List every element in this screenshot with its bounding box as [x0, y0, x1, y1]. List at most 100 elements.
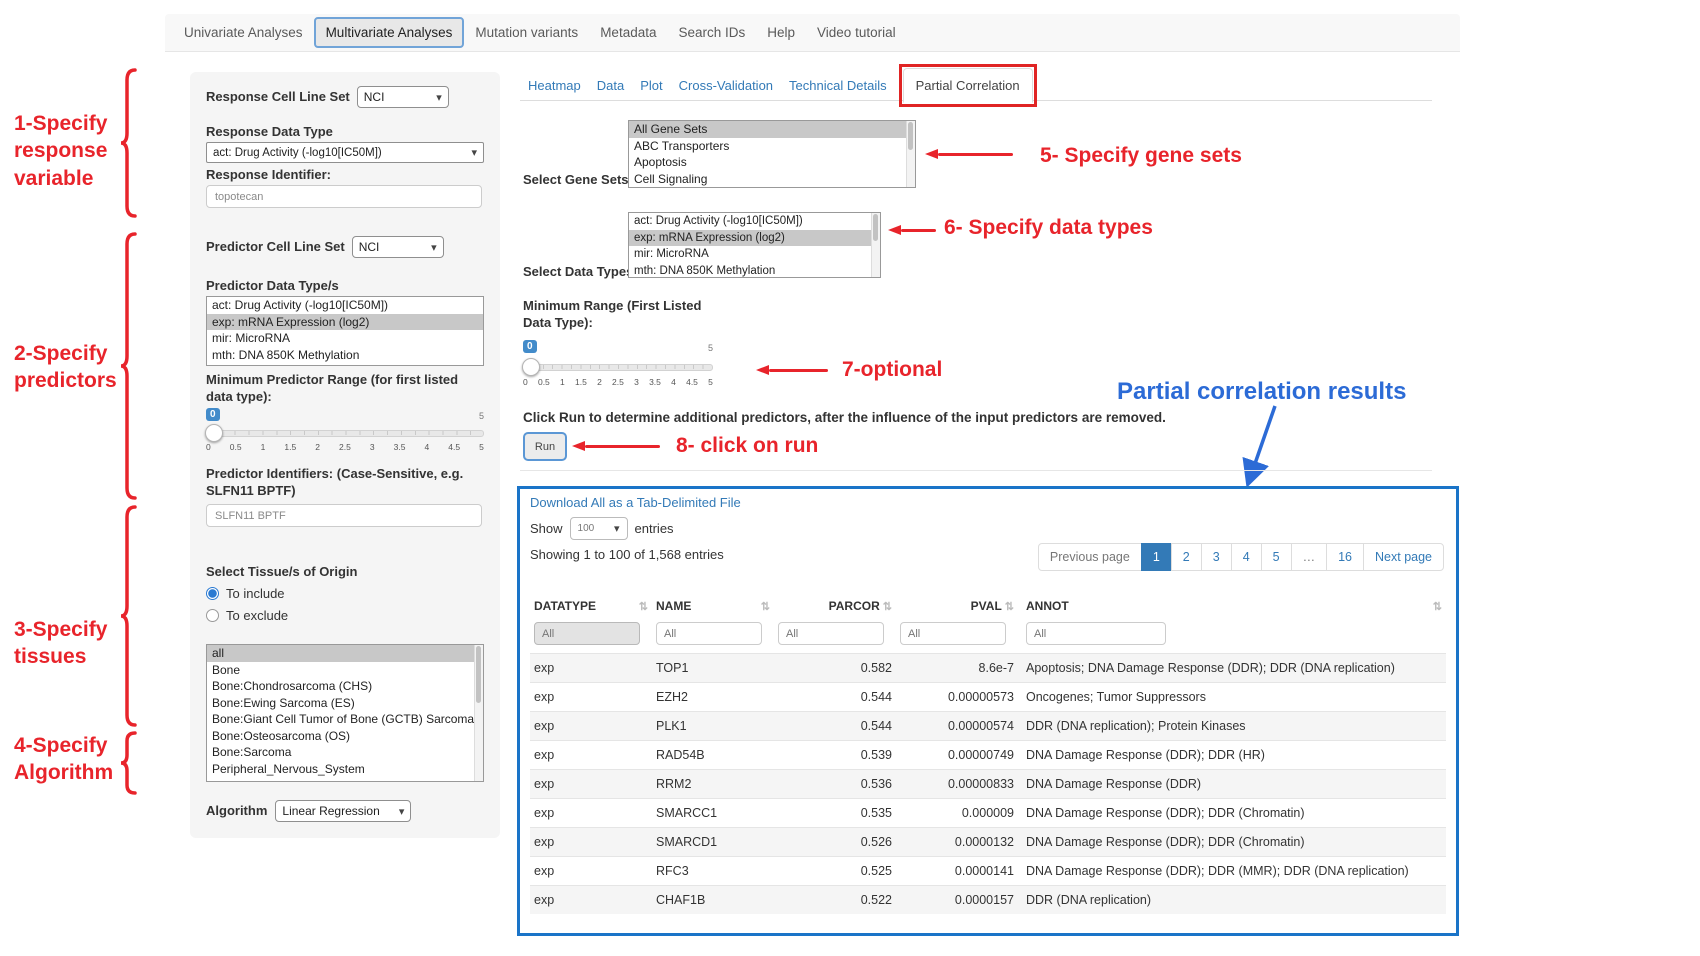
list-option[interactable]: Bone:Giant Cell Tumor of Bone (GCTB) Sar…	[207, 711, 483, 728]
list-option[interactable]: Bone:Ewing Sarcoma (ES)	[207, 695, 483, 712]
pagination-page-5[interactable]: 5	[1261, 543, 1292, 571]
annotation-step6: 6- Specify data types	[944, 214, 1153, 241]
filter-input-name[interactable]	[656, 622, 762, 645]
show-label: Show	[530, 521, 563, 536]
col-header-name[interactable]: NAME	[656, 599, 691, 613]
brace-step4	[120, 731, 138, 795]
table-row: exp RFC3 0.525 0.0000141 DNA Damage Resp…	[530, 856, 1446, 885]
list-option[interactable]: Bone:Sarcoma	[207, 744, 483, 761]
response-cell-line-select[interactable]: NCI▾	[357, 86, 449, 108]
col-header-datatype[interactable]: DATATYPE	[534, 599, 596, 613]
list-option[interactable]: mth: DNA 850K Methylation	[207, 347, 483, 364]
pagination-page-1[interactable]: 1	[1141, 543, 1172, 571]
tissue-include-radio[interactable]: To include	[206, 586, 285, 601]
pagination-page-3[interactable]: 3	[1201, 543, 1232, 571]
show-entries-row: Show 100▾ entries	[530, 517, 674, 540]
predictor-data-types-label: Predictor Data Type/s	[206, 278, 339, 295]
list-option[interactable]: Bone:Chondrosarcoma (CHS)	[207, 678, 483, 695]
list-option[interactable]: Bone:Osteosarcoma (OS)	[207, 728, 483, 745]
sort-icon[interactable]: ⇅	[1433, 600, 1442, 613]
section-divider	[520, 470, 1432, 471]
pagination-next[interactable]: Next page	[1363, 543, 1444, 571]
chevron-down-icon: ▾	[399, 805, 405, 818]
nav-tab-mutation-variants[interactable]: Mutation variants	[464, 17, 589, 48]
tab-heatmap[interactable]: Heatmap	[528, 69, 581, 102]
list-option[interactable]: act: Drug Activity (-log10[IC50M])	[207, 297, 483, 314]
scrollbar[interactable]	[474, 645, 483, 781]
tab-data[interactable]: Data	[597, 69, 624, 102]
table-header-row: DATATYPE⇅ NAME⇅ PARCOR⇅ PVAL⇅ ANNOT⇅	[530, 593, 1446, 619]
arrowhead-left-icon	[756, 365, 769, 375]
filter-input-pval[interactable]	[900, 622, 1006, 645]
list-option[interactable]: Bone	[207, 662, 483, 679]
slider-value-badge: 0	[523, 340, 537, 353]
predictor-cell-line-select[interactable]: NCI▾	[352, 236, 444, 258]
tissue-exclude-radio[interactable]: To exclude	[206, 608, 288, 623]
response-identifier-input[interactable]	[206, 185, 482, 208]
entries-label: entries	[635, 521, 674, 536]
table-row: exp TOP1 0.582 8.6e-7 Apoptosis; DNA Dam…	[530, 653, 1446, 682]
list-option[interactable]: act: Drug Activity (-log10[IC50M])	[629, 213, 880, 230]
sort-icon[interactable]: ⇅	[639, 600, 648, 613]
run-instruction: Click Run to determine additional predic…	[523, 410, 1443, 425]
scrollbar[interactable]	[871, 213, 880, 277]
sort-icon[interactable]: ⇅	[1005, 600, 1014, 613]
tab-technical-details[interactable]: Technical Details	[789, 69, 887, 102]
gene-sets-listbox: All Gene Sets ABC Transporters Apoptosis…	[628, 120, 916, 188]
arrow-to-slider	[756, 364, 828, 376]
pagination-page-16[interactable]: 16	[1326, 543, 1364, 571]
run-button[interactable]: Run	[523, 432, 567, 461]
min-range-label: Minimum Range (First Listed Data Type):	[523, 298, 728, 332]
col-header-pval[interactable]: PVAL	[971, 599, 1002, 613]
tab-plot[interactable]: Plot	[640, 69, 662, 102]
list-option[interactable]: Peripheral_Nervous_System	[207, 761, 483, 778]
annotation-step8: 8- click on run	[676, 432, 818, 459]
sort-icon[interactable]: ⇅	[761, 600, 770, 613]
list-option[interactable]: mth: DNA 850K Methylation	[629, 263, 880, 279]
pagination-previous[interactable]: Previous page	[1038, 543, 1142, 571]
nav-tab-metadata[interactable]: Metadata	[589, 17, 667, 48]
scrollbar-thumb[interactable]	[908, 122, 913, 150]
scrollbar-thumb[interactable]	[476, 646, 481, 703]
nav-tab-univariate-analyses[interactable]: Univariate Analyses	[173, 17, 314, 48]
annotation-step7: 7-optional	[842, 356, 942, 383]
scrollbar[interactable]	[906, 121, 915, 187]
annotation-step3: 3-Specify tissues	[14, 616, 124, 671]
list-option[interactable]: Apoptosis	[629, 154, 915, 171]
list-option[interactable]: mir: MicroRNA	[207, 330, 483, 347]
response-cell-line-label: Response Cell Line Set	[206, 89, 350, 106]
list-option-selected[interactable]: all	[207, 645, 483, 662]
filter-input-datatype[interactable]	[534, 622, 640, 645]
nav-tab-help[interactable]: Help	[756, 17, 806, 48]
slider-track[interactable]	[523, 364, 713, 371]
col-header-annot[interactable]: ANNOT	[1026, 599, 1069, 613]
list-option-selected[interactable]: exp: mRNA Expression (log2)	[629, 230, 880, 247]
nav-tab-multivariate-analyses[interactable]: Multivariate Analyses	[314, 17, 465, 48]
predictor-identifiers-input[interactable]	[206, 504, 482, 527]
radio-unselected-icon	[206, 609, 219, 622]
nav-tab-search-ids[interactable]: Search IDs	[667, 17, 756, 48]
tab-cross-validation[interactable]: Cross-Validation	[679, 69, 773, 102]
pagination-page-4[interactable]: 4	[1231, 543, 1262, 571]
nav-tab-video-tutorial[interactable]: Video tutorial	[806, 17, 907, 48]
list-option-selected[interactable]: All Gene Sets	[629, 121, 915, 138]
tab-partial-correlation[interactable]: Partial Correlation	[903, 68, 1033, 103]
list-option[interactable]: ABC Transporters	[629, 138, 915, 155]
algorithm-select[interactable]: Linear Regression▾	[275, 800, 411, 822]
response-data-type-select[interactable]: act: Drug Activity (-log10[IC50M])▾	[206, 142, 484, 163]
slider-handle[interactable]	[522, 358, 540, 376]
slider-handle[interactable]	[205, 424, 223, 442]
slider-track[interactable]	[206, 430, 484, 437]
filter-input-annot[interactable]	[1026, 622, 1166, 645]
list-option-selected[interactable]: exp: mRNA Expression (log2)	[207, 314, 483, 331]
scrollbar-thumb[interactable]	[873, 214, 878, 241]
sort-icon[interactable]: ⇅	[883, 600, 892, 613]
list-option[interactable]: mir: MicroRNA	[629, 246, 880, 263]
col-header-parcor[interactable]: PARCOR	[829, 599, 880, 613]
slider-value-badge: 0	[206, 408, 220, 421]
list-option[interactable]: Cell Signaling	[629, 171, 915, 188]
pagination-page-2[interactable]: 2	[1171, 543, 1202, 571]
download-link[interactable]: Download All as a Tab-Delimited File	[530, 495, 741, 510]
filter-input-parcor[interactable]	[778, 622, 884, 645]
show-entries-select[interactable]: 100▾	[570, 517, 628, 540]
